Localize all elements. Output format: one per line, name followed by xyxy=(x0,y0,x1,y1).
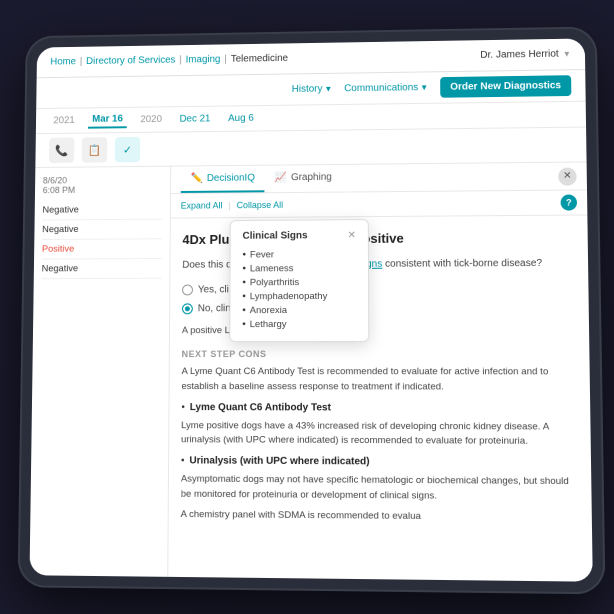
breadcrumb-home[interactable]: Home xyxy=(50,56,76,67)
bullet-title-1: Lyme Quant C6 Antibody Test xyxy=(190,400,331,415)
check-icon-button[interactable]: ✓ xyxy=(115,137,141,163)
popup-item-anorexia: Anorexia xyxy=(242,303,356,317)
communications-chevron-icon: ▼ xyxy=(420,83,428,92)
popup-item-fever: Fever xyxy=(242,247,355,262)
collapse-all-link[interactable]: Collapse All xyxy=(237,200,284,210)
popup-item-lethargy: Lethargy xyxy=(242,317,356,331)
close-panel-button[interactable]: ✕ xyxy=(558,167,577,185)
history-link[interactable]: History ▼ xyxy=(292,84,333,95)
asymptomatic-text: Asymptomatic dogs may not have specific … xyxy=(181,473,579,505)
date-tab-2020[interactable]: 2020 xyxy=(136,112,166,127)
risk-text: Lyme positive dogs have a 43% increased … xyxy=(181,419,578,449)
sidebar-result-1: Negative xyxy=(42,200,162,221)
decision-iq-tab[interactable]: ✏️ DecisionIQ xyxy=(181,166,265,193)
calendar-icon-button[interactable]: 📋 xyxy=(82,137,107,163)
user-name: Dr. James Herriot xyxy=(480,49,559,61)
popup-item-lameness: Lameness xyxy=(242,261,356,275)
breadcrumb-imaging[interactable]: Imaging xyxy=(186,54,221,65)
phone-icon-button[interactable]: 📞 xyxy=(49,138,74,163)
tablet-device: Home | Directory of Services | Imaging |… xyxy=(18,26,606,594)
panel-tabs: ✏️ DecisionIQ 📈 Graphing ✕ xyxy=(171,162,587,194)
sidebar-result-3: Positive xyxy=(42,239,162,259)
sidebar-date: 8/6/20 6:08 PM xyxy=(43,175,163,196)
tablet-screen: Home | Directory of Services | Imaging |… xyxy=(30,38,593,581)
popup-close-button[interactable]: ✕ xyxy=(347,230,355,241)
graphing-tab[interactable]: 📈 Graphing xyxy=(265,165,342,192)
popup-title: Clinical Signs xyxy=(243,230,308,241)
clinical-signs-popup: Clinical Signs ✕ Fever Lameness Polyarth… xyxy=(229,219,369,342)
date-tab-dec21[interactable]: Dec 21 xyxy=(176,112,215,127)
popup-item-polyarthritis: Polyarthritis xyxy=(242,275,356,289)
bullet-title-2: Urinalysis (with UPC where indicated) xyxy=(189,454,369,470)
next-step-body: A Lyme Quant C6 Antibody Test is recomme… xyxy=(181,365,577,394)
sidebar-value-2: Negative xyxy=(42,224,162,236)
right-panel: ✏️ DecisionIQ 📈 Graphing ✕ Expand All | xyxy=(168,162,593,581)
breadcrumb-directory[interactable]: Directory of Services xyxy=(86,55,175,67)
popup-header: Clinical Signs ✕ xyxy=(243,230,356,242)
sidebar-result-2: Negative xyxy=(42,220,162,240)
date-tab-mar16[interactable]: Mar 16 xyxy=(88,112,127,129)
user-info: Dr. James Herriot ▼ xyxy=(480,49,571,61)
popup-list: Fever Lameness Polyarthritis Lymphadenop… xyxy=(242,247,356,331)
sidebar-value-1: Negative xyxy=(42,204,162,216)
radio-yes-circle[interactable] xyxy=(182,284,193,295)
decision-iq-icon: ✏️ xyxy=(191,173,203,184)
breadcrumb-telemedicine: Telemedicine xyxy=(231,53,288,65)
expand-all-link[interactable]: Expand All xyxy=(181,200,223,210)
next-step-label: NEXT STEP CONS xyxy=(182,348,578,362)
communications-link[interactable]: Communications ▼ xyxy=(344,82,428,94)
bullet-item-1: • Lyme Quant C6 Antibody Test xyxy=(181,400,578,416)
sidebar-result-4: Negative xyxy=(42,259,162,279)
breadcrumb: Home | Directory of Services | Imaging |… xyxy=(50,53,288,67)
date-tab-aug6[interactable]: Aug 6 xyxy=(224,111,258,126)
radio-no-circle[interactable] xyxy=(182,303,193,314)
user-chevron-icon[interactable]: ▼ xyxy=(563,50,571,59)
sidebar-value-3: Positive xyxy=(42,243,162,255)
history-chevron-icon: ▼ xyxy=(324,85,332,94)
help-button[interactable]: ? xyxy=(561,194,578,210)
sidebar-value-4: Negative xyxy=(42,263,162,274)
popup-item-lymphadenopathy: Lymphadenopathy xyxy=(242,289,356,303)
expand-collapse-bar: Expand All | Collapse All ? xyxy=(171,190,588,218)
decision-panel: ✏️ DecisionIQ 📈 Graphing ✕ Expand All | xyxy=(168,162,593,581)
chemistry-text: A chemistry panel with SDMA is recommend… xyxy=(181,508,580,526)
order-diagnostics-button[interactable]: Order New Diagnostics xyxy=(440,75,571,98)
bullet-item-2: • Urinalysis (with UPC where indicated) xyxy=(181,454,579,471)
icon-bar: 📞 📋 ✓ xyxy=(35,128,586,168)
main-content-area: 8/6/20 6:08 PM Negative Negative Positiv… xyxy=(30,162,593,581)
left-sidebar: 8/6/20 6:08 PM Negative Negative Positiv… xyxy=(30,167,172,577)
date-tab-2021[interactable]: 2021 xyxy=(49,113,78,128)
graphing-icon: 📈 xyxy=(275,172,287,183)
